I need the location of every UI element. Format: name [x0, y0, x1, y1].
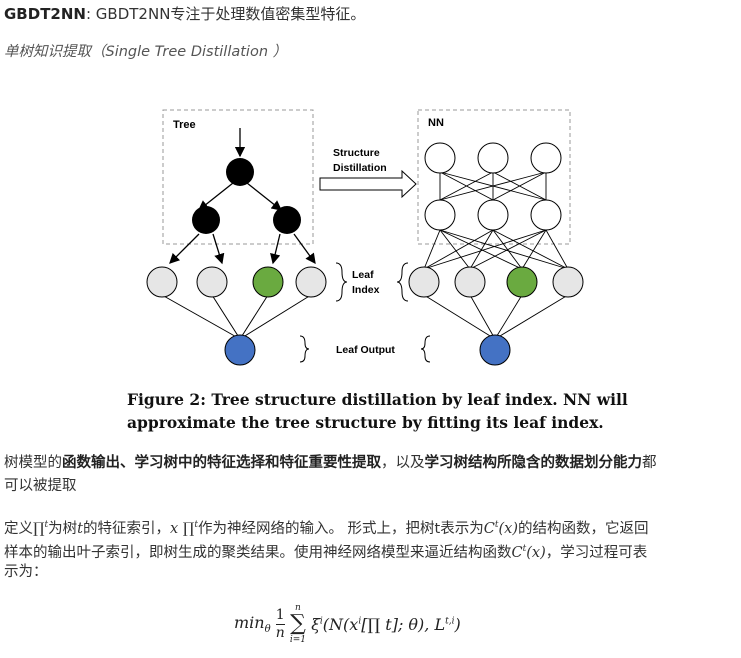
figure-caption-line1: Figure 2: Tree structure distillation by…: [127, 390, 628, 409]
para2-text: 为树: [48, 520, 78, 537]
leaf-output-brace-left: [299, 335, 310, 363]
leaf-output-label: Leaf Output: [336, 344, 395, 356]
para1-text: ，以及: [381, 455, 425, 471]
para1-text: 树模型的: [4, 455, 62, 471]
leaf-index-brace-left: [335, 262, 348, 302]
tree-root-node: [226, 158, 254, 186]
leaf-output-brace-right: [420, 335, 431, 363]
paragraph-2-line1: 定义∏t为树t的特征索引，x ∏t作为神经网络的输入。 形式上，把树t表示为Ct…: [4, 520, 649, 537]
tree-distillation-figure: Tree NN Structure Distillation Leaf Inde…: [146, 109, 584, 366]
heading-line: GBDT2NN: GBDT2NN专注于处理数值密集型特征。: [4, 3, 365, 24]
formula-numerator: 1: [275, 607, 285, 625]
para2-text: 的结构函数，它返回: [517, 520, 649, 537]
paragraph-2-line2: 样本的输出叶子索引，即树生成的聚类结果。使用神经网络模型来逼近结构函数Ct(x)…: [4, 544, 648, 561]
tree-internal-node: [273, 206, 301, 234]
sum-icon: ∑: [290, 611, 306, 636]
nn-neuron: [530, 142, 562, 174]
nn-neuron: [424, 199, 456, 231]
nn-leaf-node: [552, 266, 584, 298]
distillation-arrow-icon: [319, 169, 417, 199]
nn-leaf-node: [408, 266, 440, 298]
para2-text: 样本的输出叶子索引，即树生成的聚类结果。使用神经网络模型来逼近结构函数: [4, 544, 512, 561]
heading-rest: : GBDT2NN专注于处理数值密集型特征。: [85, 5, 366, 23]
paragraph-1-line2: 可以被提取: [4, 478, 77, 494]
tree-label: Tree: [173, 119, 196, 131]
leaf-index-label-1: Leaf: [352, 269, 374, 281]
formula-body2: [∏ t]; θ), L: [361, 615, 446, 634]
paragraph-1-line1: 树模型的函数输出、学习树中的特征选择和特征重要性提取，以及学习树结构所隐含的数据…: [4, 452, 657, 475]
leaf-index-brace-right: [396, 262, 409, 302]
arrow-label-1: Structure: [333, 147, 380, 159]
figure-caption-line2: approximate the tree structure by fittin…: [127, 413, 604, 432]
nn-neuron: [424, 142, 456, 174]
nn-neuron: [530, 199, 562, 231]
tree-output-node: [224, 334, 256, 366]
tree-leaf-node: [146, 266, 178, 298]
sum-lower: i=1: [289, 635, 306, 645]
formula-close: ): [454, 615, 461, 634]
arrow-label-2: Distillation: [333, 162, 387, 174]
tree-leaf-node-selected: [252, 266, 284, 298]
formula-min: min: [234, 613, 265, 633]
nn-leaf-node: [454, 266, 486, 298]
tree-leaf-node: [295, 266, 327, 298]
formula-xi: ξ: [311, 615, 320, 634]
nn-output-node: [479, 334, 511, 366]
nn-leaf-node-selected: [506, 266, 538, 298]
para2-text: 定义: [4, 520, 33, 537]
tree-leaf-node: [196, 266, 228, 298]
para2-text: 作为神经网络的输入。 形式上，把树t表示为: [197, 520, 484, 537]
loss-formula: minθ 1 n n ∑ i=1 ξi(N(xi[∏ t]; θ), Lt,i): [234, 603, 461, 646]
heading-term: GBDT2NN: [4, 5, 86, 23]
formula-body: (N(x: [322, 615, 359, 634]
paragraph-2-line3: 示为：: [4, 564, 48, 580]
para1-bold: 函数输出、学习树中的特征选择和特征重要性提取: [62, 455, 381, 471]
nn-neuron: [477, 199, 509, 231]
para2-text: 的特征索引，: [83, 520, 170, 537]
nn-neuron: [477, 142, 509, 174]
tree-internal-node: [192, 206, 220, 234]
nn-label: NN: [428, 117, 444, 129]
formula-denominator: n: [275, 625, 285, 641]
formula-theta: θ: [264, 624, 271, 636]
subheading: 单树知识提取（Single Tree Distillation ）: [4, 44, 288, 60]
leaf-index-label-2: Index: [352, 284, 380, 296]
para1-text: 都: [642, 455, 657, 471]
para1-bold: 学习树结构所隐含的数据划分能力: [424, 455, 643, 471]
para2-text: ，学习过程可表: [545, 544, 648, 561]
